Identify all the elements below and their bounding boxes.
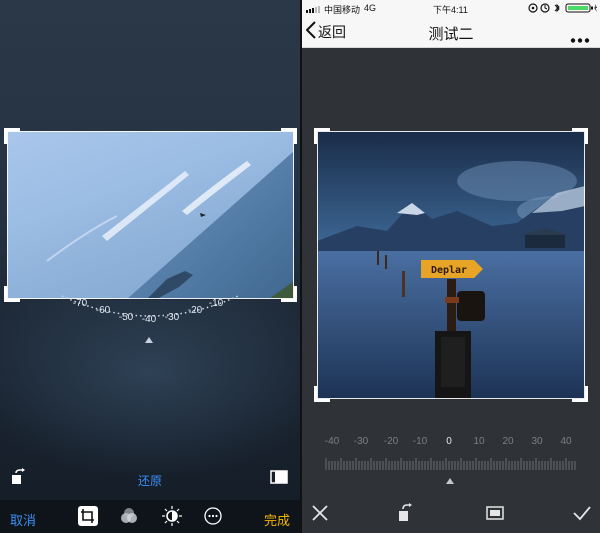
dial-label: -20 — [187, 305, 203, 316]
page-title: 测试二 — [428, 26, 474, 43]
more-icon[interactable] — [203, 506, 223, 526]
dial-ticks — [325, 458, 576, 470]
dial-label: -20 — [383, 436, 399, 447]
back-button[interactable]: 返回 — [305, 20, 346, 44]
filters-icon[interactable] — [119, 506, 139, 526]
dial-label: 10 — [473, 436, 485, 447]
dial-label-selected: 0 — [446, 436, 452, 447]
dial-label: -70 — [72, 298, 88, 309]
nav-bar: 返回 测试二 — [302, 16, 600, 48]
wechat-photo-editor: 中国移动 4G 下午4:11 返回 测试二 Deplar -40 -30 -20… — [302, 0, 600, 533]
back-label: 返回 — [318, 24, 346, 40]
crop-rotate-icon[interactable] — [78, 506, 98, 526]
crop-handle-top-right[interactable] — [281, 128, 297, 144]
carrier-label: 中国移动 — [324, 5, 361, 15]
status-icons — [528, 3, 598, 13]
bottom-toolbar: 取消 完成 — [0, 500, 300, 533]
dial-label: -10 — [208, 298, 224, 309]
dial-label: -60 — [95, 305, 111, 316]
crop-frame — [7, 131, 294, 299]
dial-label: -40 — [141, 314, 157, 325]
confirm-icon[interactable] — [572, 503, 592, 523]
done-button[interactable]: 完成 — [264, 510, 290, 529]
dial-indicator — [145, 337, 153, 343]
signal-icon — [306, 5, 322, 13]
network-label: 4G — [364, 3, 377, 13]
dial-label: -30 — [164, 312, 180, 323]
dial-label: 30 — [531, 436, 543, 447]
reset-button[interactable]: 还原 — [138, 472, 162, 489]
dial-label: 40 — [560, 436, 572, 447]
dial-label: 20 — [502, 436, 514, 447]
crop-handle-top-left[interactable] — [4, 128, 20, 144]
more-icon[interactable] — [570, 30, 590, 43]
adjust-icon[interactable] — [162, 506, 182, 526]
crop-handle-top-right[interactable] — [572, 128, 588, 144]
dial-label: -10 — [412, 436, 428, 447]
aspect-ratio-icon[interactable] — [270, 470, 288, 484]
rotate-icon[interactable] — [10, 468, 28, 486]
ios-photo-editor: -70 -60 -50 -40 -30 -20 -10 还原 取消 完成 — [0, 0, 300, 533]
cancel-button[interactable]: 取消 — [10, 510, 36, 529]
dial-label: -40 — [324, 436, 340, 447]
dial-label: -50 — [118, 312, 134, 323]
chevron-left-icon — [305, 20, 316, 44]
status-bar: 中国移动 4G 下午4:11 — [302, 0, 600, 16]
crop-handle-bottom-left[interactable] — [314, 386, 330, 402]
crop-handle-bottom-right[interactable] — [572, 386, 588, 402]
status-time: 下午4:11 — [433, 5, 468, 15]
aspect-ratio-icon[interactable] — [485, 503, 505, 523]
crop-frame — [317, 131, 585, 399]
close-icon[interactable] — [310, 503, 330, 523]
rotate-icon[interactable] — [395, 503, 415, 523]
crop-handle-top-left[interactable] — [314, 128, 330, 144]
dial-indicator — [446, 478, 454, 484]
dial-label: -30 — [353, 436, 369, 447]
